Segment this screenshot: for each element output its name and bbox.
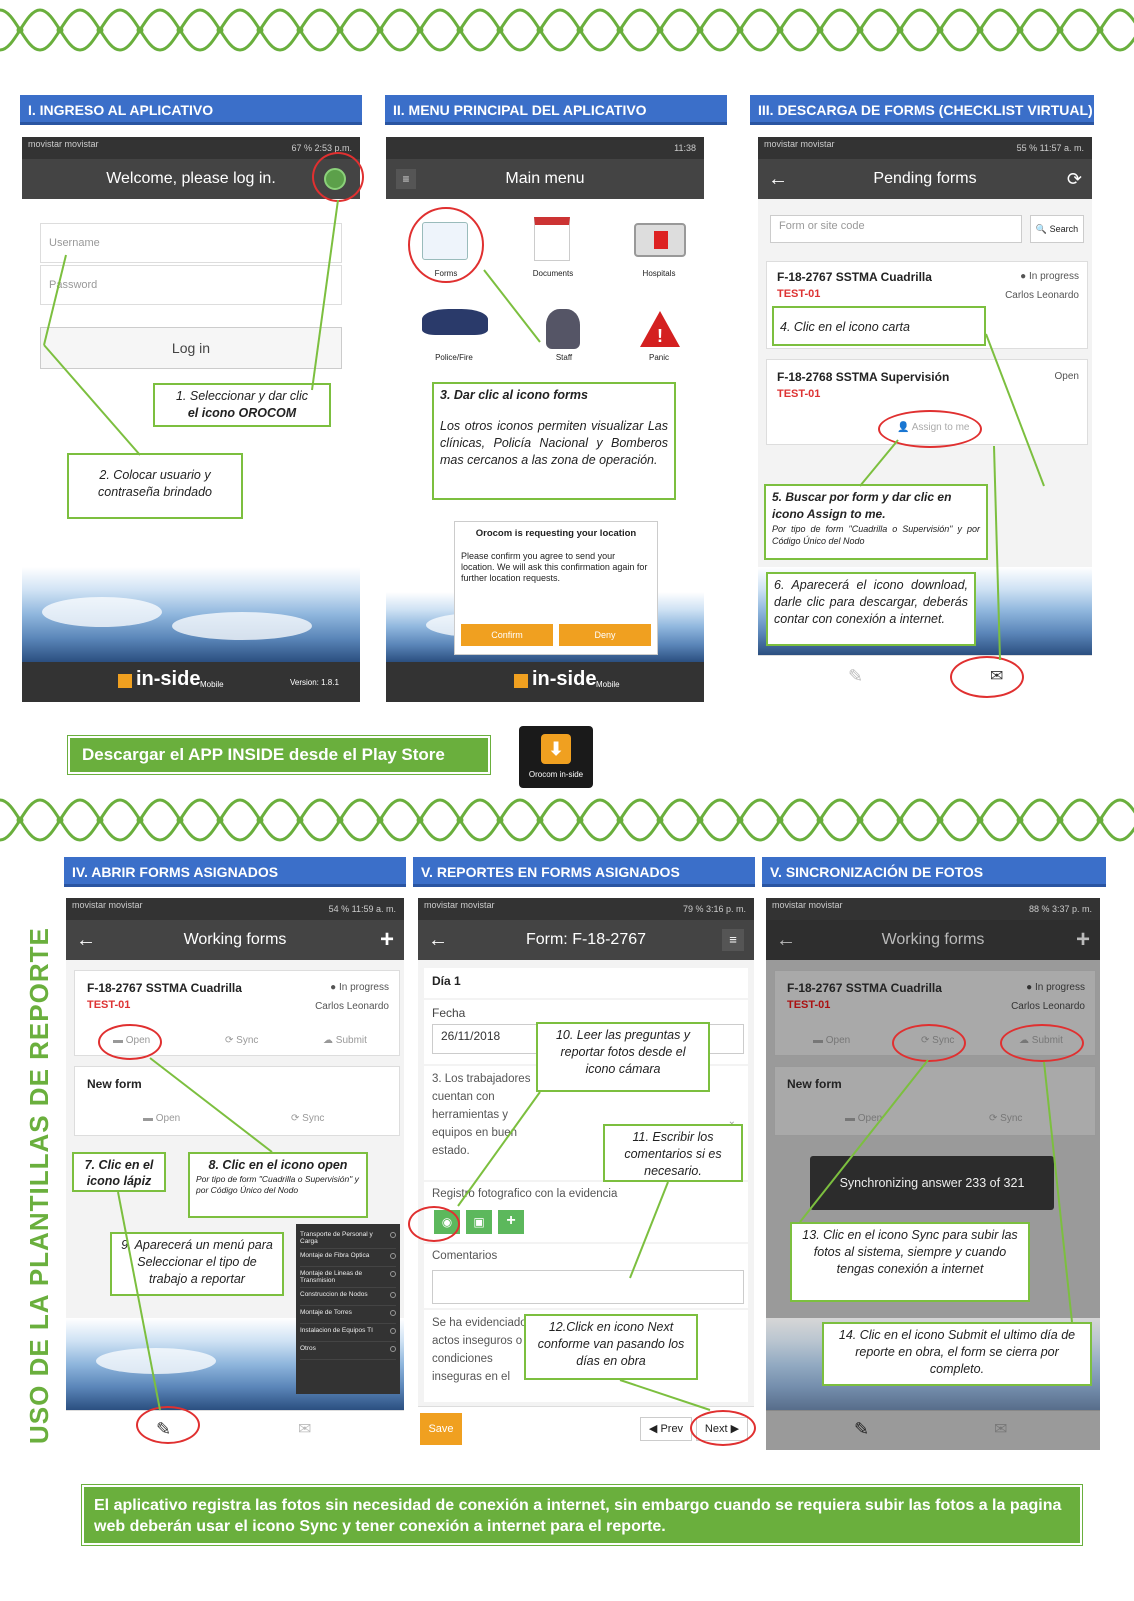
bottom-note: El aplicativo registra las fotos sin nec… — [82, 1485, 1082, 1545]
connector-lines — [43, 199, 1073, 1411]
